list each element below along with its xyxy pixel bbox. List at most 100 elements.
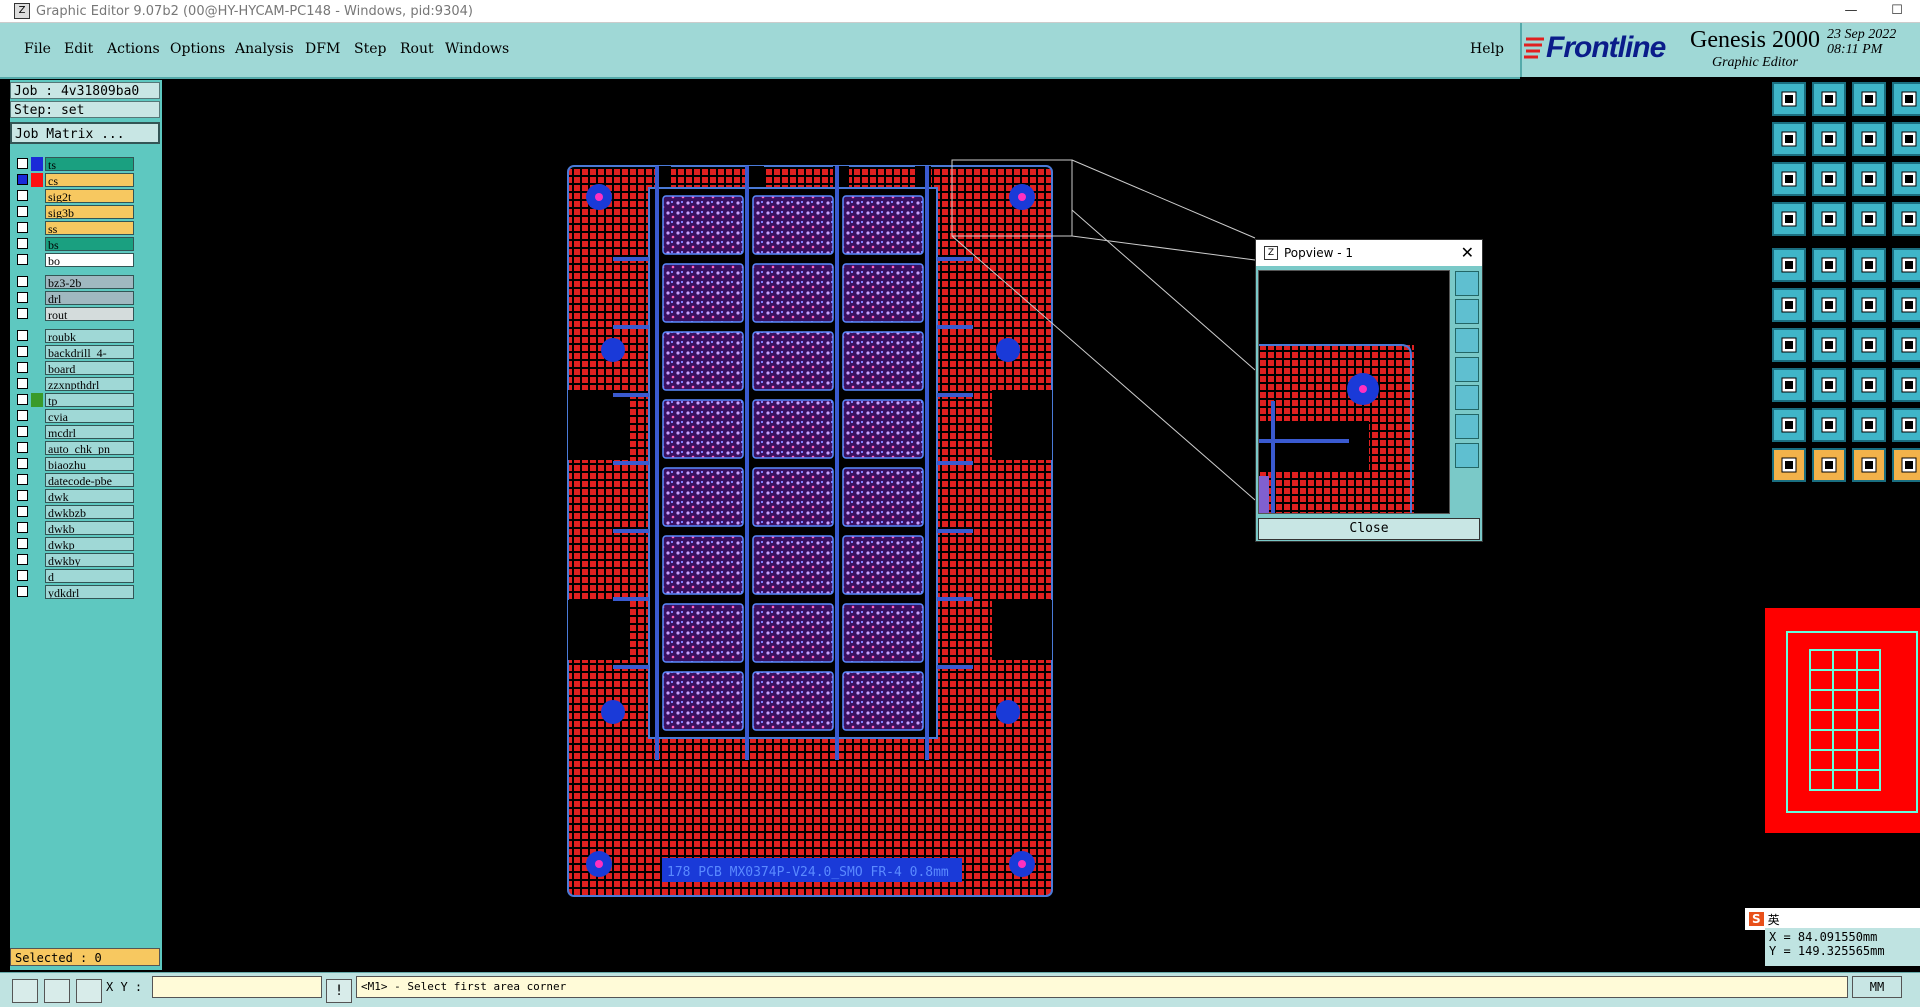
layer-checkbox[interactable]: [17, 458, 28, 469]
menu-windows[interactable]: Windows: [445, 41, 509, 57]
toolbar-button-9-1[interactable]: [1772, 408, 1806, 442]
layer-name[interactable]: bs: [45, 236, 134, 251]
overview-thumbnail[interactable]: [1765, 608, 1920, 833]
layer-row-bo[interactable]: bo: [12, 252, 134, 267]
toolbar-button-5-4[interactable]: [1892, 248, 1920, 282]
menu-help[interactable]: Help: [1470, 41, 1504, 57]
layer-row-dwk[interactable]: dwk: [12, 488, 134, 503]
layer-checkbox[interactable]: [17, 426, 28, 437]
layer-color-swatch[interactable]: [31, 329, 43, 343]
layer-checkbox[interactable]: [17, 538, 28, 549]
layer-color-swatch[interactable]: [31, 377, 43, 391]
popview-tool-5[interactable]: [1455, 385, 1479, 410]
layer-checkbox[interactable]: [17, 276, 28, 287]
menu-options[interactable]: Options: [170, 41, 225, 57]
layer-color-swatch[interactable]: [31, 307, 43, 321]
layer-color-swatch[interactable]: [31, 585, 43, 599]
layer-color-swatch[interactable]: [31, 392, 43, 407]
popview-close-icon[interactable]: ✕: [1461, 243, 1474, 262]
layer-color-swatch[interactable]: [31, 409, 43, 423]
layer-name[interactable]: biaozhu: [45, 456, 134, 471]
toolbar-button-6-3[interactable]: [1852, 288, 1886, 322]
menu-analysis[interactable]: Analysis: [235, 41, 294, 57]
layer-name[interactable]: drl: [45, 290, 134, 305]
layer-color-swatch[interactable]: [31, 291, 43, 305]
layer-checkbox[interactable]: [17, 174, 28, 185]
ime-toolbar[interactable]: S 英: [1745, 908, 1920, 930]
layer-name[interactable]: auto_chk_pn: [45, 440, 134, 455]
layer-name[interactable]: cvia: [45, 408, 134, 423]
layer-row-sig3b[interactable]: sig3b: [12, 204, 134, 219]
layer-checkbox[interactable]: [17, 394, 28, 405]
toolbar-button-4-1[interactable]: [1772, 202, 1806, 236]
menu-file[interactable]: File: [24, 41, 51, 57]
toolbar-button-1-4[interactable]: [1892, 82, 1920, 116]
layer-color-swatch[interactable]: [31, 237, 43, 251]
layer-row-d[interactable]: d: [12, 568, 134, 583]
toolbar-button-7-1[interactable]: [1772, 328, 1806, 362]
layer-checkbox[interactable]: [17, 222, 28, 233]
layer-color-swatch[interactable]: [31, 221, 43, 235]
toolbar-button-10-1[interactable]: [1772, 448, 1806, 482]
toolbar-button-10-4[interactable]: [1892, 448, 1920, 482]
layer-name[interactable]: dwkp: [45, 536, 134, 551]
toolbar-button-4-4[interactable]: [1892, 202, 1920, 236]
layer-checkbox[interactable]: [17, 254, 28, 265]
toolbar-button-6-4[interactable]: [1892, 288, 1920, 322]
layer-name[interactable]: bz3-2b: [45, 274, 134, 289]
toolbar-button-2-3[interactable]: [1852, 122, 1886, 156]
layer-color-swatch[interactable]: [31, 457, 43, 471]
layer-name[interactable]: zzxnpthdrl: [45, 376, 134, 391]
layer-row-bs[interactable]: bs: [12, 236, 134, 251]
layer-row-drl[interactable]: drl: [12, 290, 134, 305]
layer-checkbox[interactable]: [17, 506, 28, 517]
toolbar-button-7-4[interactable]: [1892, 328, 1920, 362]
toolbar-button-5-1[interactable]: [1772, 248, 1806, 282]
toolbar-button-3-3[interactable]: [1852, 162, 1886, 196]
layer-name[interactable]: board: [45, 360, 134, 375]
layer-name[interactable]: ydkdrl: [45, 584, 134, 599]
toolbar-button-10-3[interactable]: [1852, 448, 1886, 482]
toolbar-button-2-4[interactable]: [1892, 122, 1920, 156]
layer-name[interactable]: tp: [45, 392, 134, 407]
layer-row-datecode-pbe[interactable]: datecode-pbe: [12, 472, 134, 487]
layer-checkbox[interactable]: [17, 206, 28, 217]
units-button[interactable]: MM: [1852, 976, 1902, 998]
menu-dfm[interactable]: DFM: [305, 41, 340, 57]
layer-checkbox[interactable]: [17, 346, 28, 357]
layer-color-swatch[interactable]: [31, 473, 43, 487]
toolbar-button-1-2[interactable]: [1812, 82, 1846, 116]
layer-name[interactable]: bo: [45, 252, 134, 267]
layer-row-cs[interactable]: cs: [12, 172, 134, 187]
layer-row-tp[interactable]: tp: [12, 392, 134, 407]
layer-row-zzxnpthdrl[interactable]: zzxnpthdrl: [12, 376, 134, 391]
toolbar-button-4-2[interactable]: [1812, 202, 1846, 236]
popview-tool-2[interactable]: [1455, 299, 1479, 324]
toolbar-button-9-4[interactable]: [1892, 408, 1920, 442]
layer-name[interactable]: backdrill_4-: [45, 344, 134, 359]
popview-close-button[interactable]: Close: [1258, 518, 1480, 540]
toolbar-button-6-2[interactable]: [1812, 288, 1846, 322]
layer-row-biaozhu[interactable]: biaozhu: [12, 456, 134, 471]
layer-row-cvia[interactable]: cvia: [12, 408, 134, 423]
toolbar-button-2-2[interactable]: [1812, 122, 1846, 156]
layer-color-swatch[interactable]: [31, 156, 43, 171]
layer-checkbox[interactable]: [17, 362, 28, 373]
status-tool-2[interactable]: [44, 979, 70, 1003]
layer-row-auto_chk_pn[interactable]: auto_chk_pn: [12, 440, 134, 455]
toolbar-button-7-3[interactable]: [1852, 328, 1886, 362]
popview-tool-1[interactable]: [1455, 271, 1479, 296]
menu-rout[interactable]: Rout: [400, 41, 434, 57]
toolbar-button-9-3[interactable]: [1852, 408, 1886, 442]
layer-row-mcdrl[interactable]: mcdrl: [12, 424, 134, 439]
layer-name[interactable]: ss: [45, 220, 134, 235]
toolbar-button-5-2[interactable]: [1812, 248, 1846, 282]
layer-row-dwkbzb[interactable]: dwkbzb: [12, 504, 134, 519]
graphic-canvas[interactable]: 178 PCB MX0374P-V24.0_SMO FR-4 0.8mm: [165, 80, 1763, 970]
layer-row-roubk[interactable]: roubk: [12, 328, 134, 343]
toolbar-button-3-1[interactable]: [1772, 162, 1806, 196]
ime-language[interactable]: 英: [1768, 911, 1780, 928]
layer-name[interactable]: cs: [45, 172, 134, 187]
toolbar-button-4-3[interactable]: [1852, 202, 1886, 236]
layer-checkbox[interactable]: [17, 554, 28, 565]
